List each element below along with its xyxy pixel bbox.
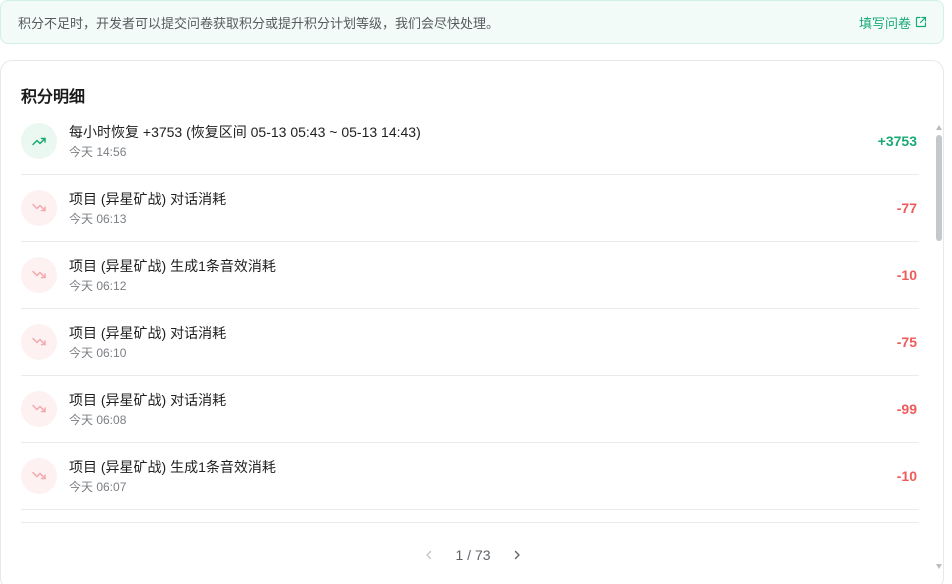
record-row: 项目 (异星矿战) 生成1条音效消耗 今天 06:12 -10 (21, 242, 919, 309)
external-link-icon (915, 16, 927, 28)
trending-down-icon (21, 257, 57, 293)
page-indicator: 1 / 73 (455, 547, 491, 563)
scroll-up-arrow[interactable] (936, 125, 942, 130)
chevron-right-icon (514, 550, 520, 560)
divider (21, 522, 919, 523)
record-row: 项目 (异星矿战) 生成1条音效消耗 今天 06:07 -10 (21, 443, 919, 510)
record-title: 项目 (异星矿战) 对话消耗 (69, 190, 227, 207)
record-amount: -77 (896, 200, 917, 216)
record-body: 每小时恢复 +3753 (恢复区间 05-13 05:43 ~ 05-13 14… (69, 123, 878, 160)
record-title: 项目 (异星矿战) 生成1条音效消耗 (69, 458, 276, 475)
card-title: 积分明细 (21, 89, 86, 106)
record-row: 项目 (异星矿战) 对话消耗 今天 06:13 -77 (21, 175, 919, 242)
record-amount: -10 (896, 267, 917, 283)
record-amount: -10 (896, 468, 917, 484)
prev-page-button[interactable] (421, 547, 437, 563)
record-body: 项目 (异星矿战) 对话消耗 今天 06:13 (69, 190, 897, 227)
record-time: 今天 06:12 (69, 278, 127, 293)
record-row: 项目 (异星矿战) 对话消耗 今天 06:10 -75 (21, 309, 919, 376)
record-amount: -99 (896, 401, 917, 417)
notice-text: 积分不足时，开发者可以提交问卷获取积分或提升积分计划等级，我们会尽快处理。 (18, 15, 500, 31)
record-title: 项目 (异星矿战) 对话消耗 (69, 324, 227, 341)
record-row: 项目 (异星矿战) 对话消耗 今天 06:08 -99 (21, 376, 919, 443)
next-page-button[interactable] (509, 547, 525, 563)
record-time: 今天 06:08 (69, 412, 127, 427)
record-time: 今天 06:07 (69, 479, 127, 494)
trending-down-icon (21, 391, 57, 427)
notice-banner: 积分不足时，开发者可以提交问卷获取积分或提升积分计划等级，我们会尽快处理。 填写… (0, 0, 944, 44)
scroll-thumb[interactable] (936, 135, 942, 241)
record-amount: +3753 (877, 133, 917, 149)
fill-survey-label[interactable]: 填写问卷 (859, 13, 911, 32)
trending-down-icon (21, 458, 57, 494)
trending-down-icon (21, 324, 57, 360)
record-body: 项目 (异星矿战) 对话消耗 今天 06:08 (69, 391, 897, 428)
record-body: 项目 (异星矿战) 生成1条音效消耗 今天 06:07 (69, 458, 897, 495)
record-row: 每小时恢复 +3753 (恢复区间 05-13 05:43 ~ 05-13 14… (21, 108, 919, 175)
record-body: 项目 (异星矿战) 生成1条音效消耗 今天 06:12 (69, 257, 897, 294)
records-list[interactable]: 每小时恢复 +3753 (恢复区间 05-13 05:43 ~ 05-13 14… (21, 108, 919, 523)
pagination: 1 / 73 (1, 545, 945, 565)
scrollbar[interactable] (935, 125, 943, 569)
chevron-left-icon (426, 550, 432, 560)
record-title: 项目 (异星矿战) 对话消耗 (69, 391, 227, 408)
record-body: 项目 (异星矿战) 对话消耗 今天 06:10 (69, 324, 897, 361)
points-detail-card: 积分明细 每小时恢复 +3753 (恢复区间 05-13 05:43 ~ 05-… (0, 60, 944, 584)
trending-up-icon (21, 123, 57, 159)
record-title: 每小时恢复 +3753 (恢复区间 05-13 05:43 ~ 05-13 14… (69, 123, 421, 140)
record-time: 今天 06:13 (69, 211, 127, 226)
trending-down-icon (21, 190, 57, 226)
record-time: 今天 14:56 (69, 144, 127, 159)
record-amount: -75 (896, 334, 917, 350)
record-time: 今天 06:10 (69, 345, 127, 360)
record-title: 项目 (异星矿战) 生成1条音效消耗 (69, 257, 276, 274)
fill-survey-link[interactable]: 填写问卷 (859, 13, 927, 32)
